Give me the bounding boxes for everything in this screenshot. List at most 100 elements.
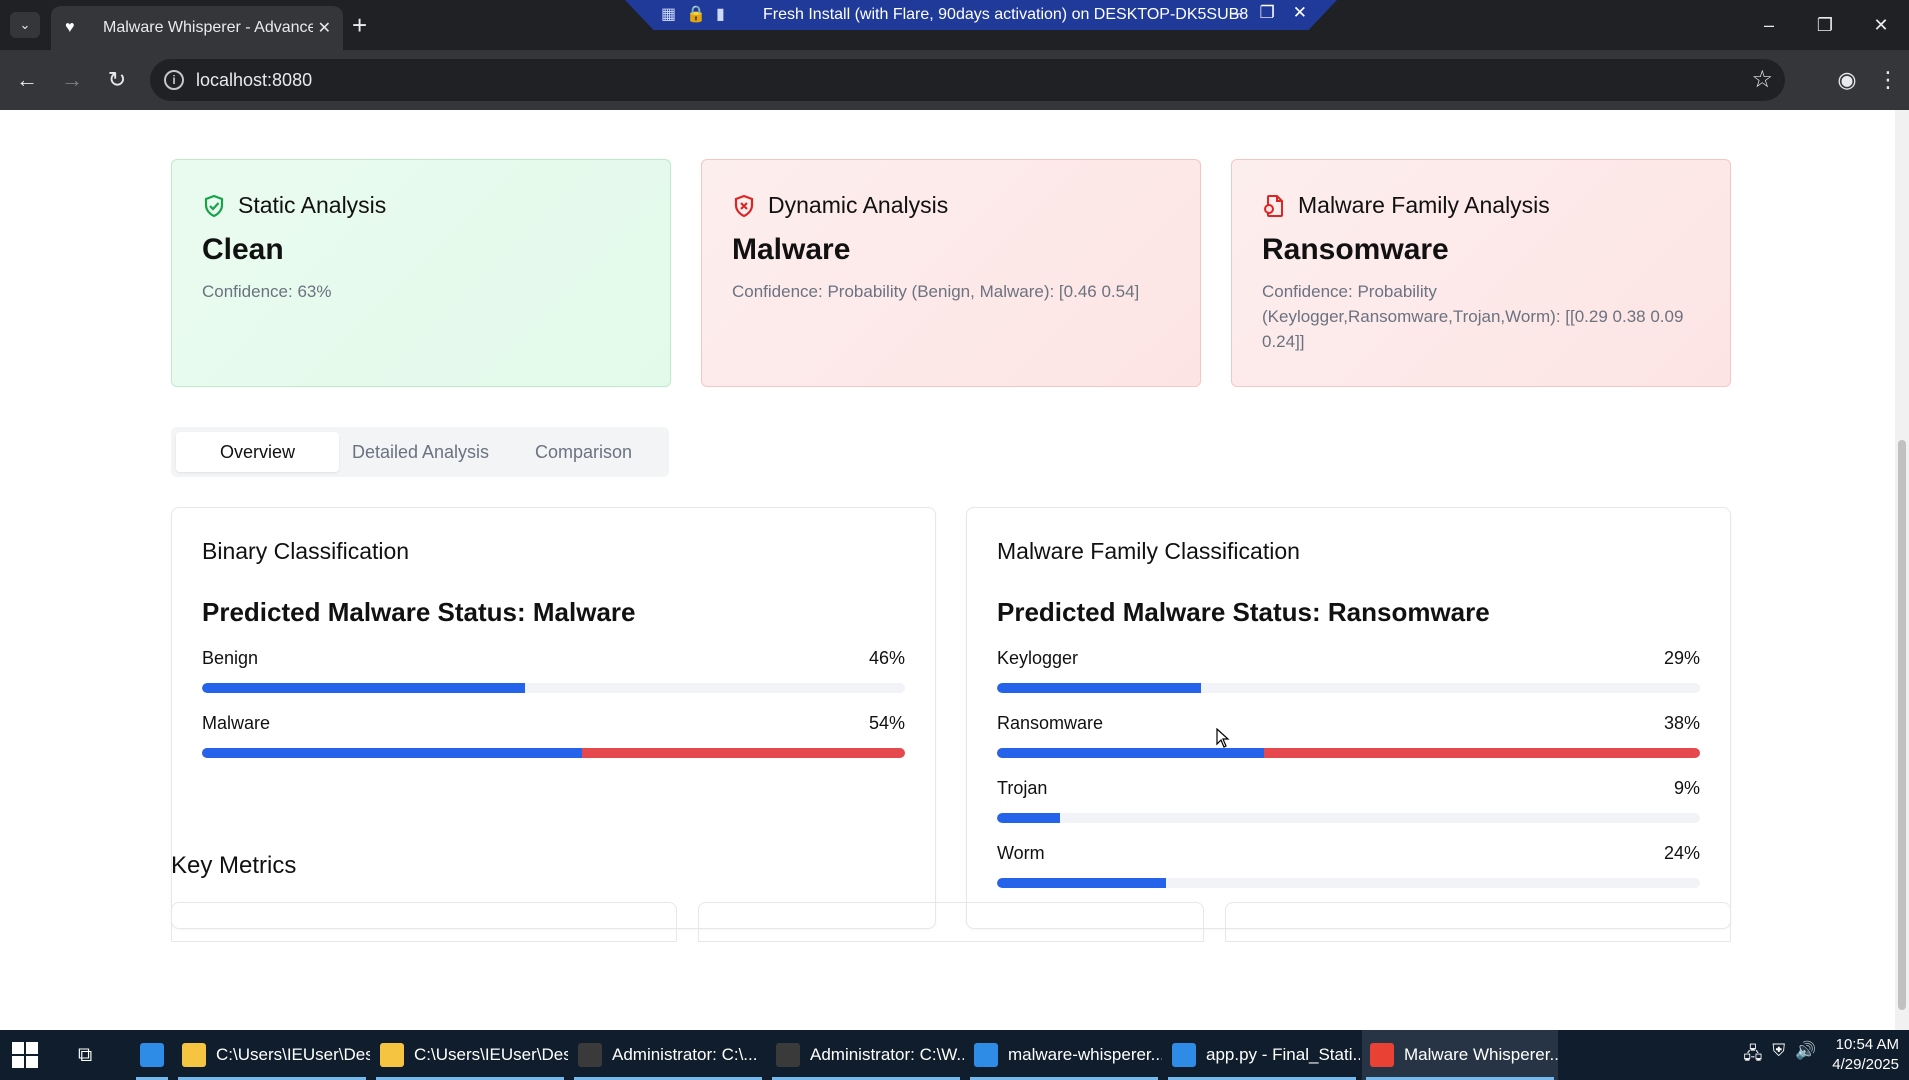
app-icon (776, 1043, 800, 1067)
progress-fill (202, 748, 582, 758)
card-verdict: Malware (732, 233, 851, 266)
metric-card (698, 902, 1204, 942)
analysis-tabs: Overview Detailed Analysis Comparison (171, 427, 669, 477)
security-icon[interactable]: ⛨ (1772, 1041, 1785, 1070)
bookmark-star-icon[interactable]: ☆ (1751, 65, 1773, 94)
shield-check-icon (202, 194, 226, 218)
windows-start-icon[interactable] (12, 1042, 38, 1068)
taskbar-app-button[interactable]: app.py - Final_Stati... (1164, 1030, 1360, 1080)
tab-search-dropdown[interactable]: ⌄ (10, 12, 40, 38)
signal-icon: ▮ (716, 6, 725, 23)
taskbar-app-button[interactable]: malware-whisperer... (966, 1030, 1162, 1080)
close-tab-icon[interactable]: ✕ (318, 18, 331, 38)
tab-detailed-analysis[interactable]: Detailed Analysis (339, 432, 502, 472)
progress-track (997, 878, 1700, 888)
browser-menu-button[interactable]: ⋮ (1873, 62, 1903, 98)
probability-label: Ransomware (997, 713, 1104, 733)
family-classification-panel: Malware Family Classification Predicted … (966, 507, 1731, 929)
app-icon (1370, 1043, 1394, 1067)
probability-row: Keylogger 29% (997, 648, 1700, 693)
back-button[interactable]: ← (9, 62, 45, 98)
progress-track (997, 813, 1700, 823)
network-icon[interactable]: 🖧 (1743, 1041, 1762, 1070)
taskbar-app-button[interactable]: Administrator: C:\W... (768, 1030, 964, 1080)
malware-family-card: Malware Family Analysis Ransomware Confi… (1231, 159, 1731, 387)
tab-overview[interactable]: Overview (176, 432, 339, 472)
arrow-left-icon: ← (16, 67, 38, 92)
remote-minimize-icon[interactable]: – (1232, 3, 1241, 23)
reload-icon: ↻ (107, 67, 127, 92)
probability-value: 24% (1663, 843, 1700, 863)
probability-list: Keylogger 29% Ransomware 38% Trojan 9% Worm 24% (997, 648, 1700, 888)
minimize-window-icon[interactable]: – (1741, 0, 1797, 50)
pin-icon[interactable]: ▦ (661, 4, 676, 24)
arrow-right-icon: → (61, 67, 83, 92)
card-verdict: Ransomware (1262, 233, 1449, 266)
task-view-button[interactable]: ⧉ (70, 1030, 110, 1080)
scrollbar-thumb[interactable] (1898, 440, 1906, 1010)
browser-tab-bar: ⌄ ♥ Malware Whisperer - Advanced ✕ + ▦ 🔒… (0, 0, 1909, 50)
card-confidence: Confidence: Probability (Keylogger,Ranso… (1262, 282, 1684, 351)
probability-row: Benign 46% (202, 648, 905, 693)
profile-button[interactable]: ◉ (1829, 62, 1865, 98)
probability-list: Benign 46% Malware 54% (202, 648, 905, 758)
page-scrollbar[interactable] (1895, 110, 1909, 1030)
tab-comparison[interactable]: Comparison (502, 432, 665, 472)
windows-taskbar: ⧉ C:\Users\IEUser\Des... C:\Users\IEUser\… (0, 1030, 1909, 1080)
chevron-down-icon: ⌄ (19, 17, 31, 32)
probability-value: 38% (1663, 713, 1700, 733)
predicted-status: Predicted Malware Status: Ransomware (997, 597, 1490, 627)
probability-value: 29% (1663, 648, 1700, 668)
taskbar-app-button[interactable]: C:\Users\IEUser\Des... (372, 1030, 568, 1080)
browser-tab[interactable]: ♥ Malware Whisperer - Advanced ✕ (51, 6, 343, 50)
browser-toolbar: ← → ↻ i localhost:8080 ☆ ◉ ⋮ (0, 50, 1909, 110)
reload-button[interactable]: ↻ (99, 62, 135, 98)
static-analysis-card: Static Analysis Clean Confidence: 63% (171, 159, 671, 387)
volume-icon[interactable]: 🔊 (1795, 1041, 1816, 1070)
card-title: Static Analysis (238, 192, 387, 218)
remote-restore-icon[interactable]: ❐ (1260, 3, 1275, 23)
taskbar-app-label: C:\Users\IEUser\Des... (414, 1045, 568, 1064)
app-icon (578, 1043, 602, 1067)
metric-card (1225, 902, 1731, 942)
progress-track (202, 683, 905, 693)
progress-fill (997, 748, 1265, 758)
taskbar-app-label: app.py - Final_Stati... (1206, 1045, 1360, 1064)
clock-date: 4/29/2025 (1832, 1056, 1899, 1073)
probability-row: Trojan 9% (997, 778, 1700, 823)
mouse-cursor-icon (1216, 728, 1230, 748)
progress-fill (997, 683, 1201, 693)
probability-label: Worm (997, 843, 1045, 863)
probability-label: Malware (202, 713, 271, 733)
card-title: Malware Family Analysis (1298, 192, 1550, 218)
dynamic-analysis-card: Dynamic Analysis Malware Confidence: Pro… (701, 159, 1201, 387)
page-content: Static Analysis Clean Confidence: 63% Dy… (0, 110, 1895, 1030)
predicted-status: Predicted Malware Status: Malware (202, 597, 636, 627)
lock-icon: 🔒 (686, 6, 707, 23)
taskbar-app-button[interactable]: Administrator: C:\... (570, 1030, 766, 1080)
site-info-icon[interactable]: i (164, 70, 184, 90)
panel-title: Malware Family Classification (997, 538, 1300, 564)
progress-fill (997, 878, 1166, 888)
panel-title: Binary Classification (202, 538, 410, 564)
restore-window-icon[interactable]: ❐ (1797, 0, 1853, 50)
address-bar[interactable]: i localhost:8080 ☆ (150, 59, 1785, 101)
taskbar-app-button[interactable]: C:\Users\IEUser\Des... (174, 1030, 370, 1080)
progress-track (202, 748, 905, 758)
probability-row: Malware 54% (202, 713, 905, 758)
taskbar-app-button[interactable] (132, 1030, 172, 1080)
task-view-icon: ⧉ (78, 1043, 93, 1066)
clock-time: 10:54 AM (1835, 1036, 1899, 1053)
forward-button[interactable]: → (54, 62, 90, 98)
new-tab-button[interactable]: + (352, 10, 367, 40)
card-confidence: Confidence: Probability (Benign, Malware… (732, 282, 1140, 301)
app-icon (974, 1043, 998, 1067)
remote-close-icon[interactable]: ✕ (1293, 3, 1307, 23)
metric-card (171, 902, 677, 942)
system-tray: 🖧 ⛨ 🔊 10:54 AM 4/29/2025 (1743, 1030, 1899, 1080)
card-title: Dynamic Analysis (768, 192, 949, 218)
taskbar-app-button[interactable]: Malware Whisperer... (1362, 1030, 1558, 1080)
system-clock[interactable]: 10:54 AM 4/29/2025 (1832, 1035, 1899, 1075)
close-window-icon[interactable]: ✕ (1853, 0, 1909, 50)
probability-row: Ransomware 38% (997, 713, 1700, 758)
